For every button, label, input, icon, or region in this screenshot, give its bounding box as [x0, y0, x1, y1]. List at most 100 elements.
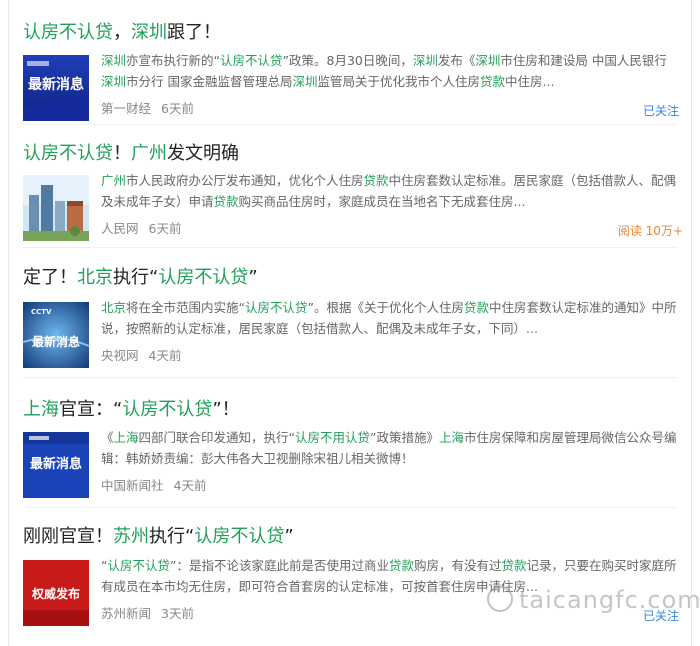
highlighted-keyword: 认房不认贷	[245, 300, 308, 315]
watermark-logo-icon	[487, 586, 513, 612]
highlighted-keyword: 认房不认贷	[107, 558, 170, 573]
highlighted-keyword: 深圳	[475, 53, 501, 68]
divider	[23, 124, 677, 125]
text-segment: 亦宣布执行新的“	[126, 53, 220, 68]
divider	[23, 247, 677, 248]
text-segment: ”。根据《关于优化个人住房	[307, 300, 464, 315]
text-segment: 刚刚官宣！	[23, 526, 113, 547]
highlighted-keyword: 苏州	[113, 526, 149, 547]
highlighted-keyword: 贷款	[480, 74, 506, 89]
thumb-label: 权威发布	[31, 586, 80, 601]
highlighted-keyword: 认房不认贷	[194, 526, 285, 547]
highlighted-keyword: 广州	[131, 143, 167, 164]
news-source[interactable]: 中国新闻社	[101, 478, 164, 493]
news-source[interactable]: 央视网	[101, 348, 139, 363]
highlighted-keyword: 上海	[23, 399, 59, 420]
thumbnail-image[interactable]: 最新消息	[23, 432, 89, 498]
text-segment: 市住房和建设局 中国人民银行	[500, 53, 667, 68]
divider	[23, 377, 677, 378]
highlighted-keyword: 贷款	[213, 194, 239, 209]
highlighted-keyword: 贷款	[501, 558, 527, 573]
news-title[interactable]: 定了！北京执行“认房不认贷”	[23, 265, 258, 291]
thumbnail-image[interactable]: 最新消息	[23, 55, 89, 121]
news-snippet: 广州市人民政府办公厅发布通知，优化个人住房贷款中住房套数认定标准。居民家庭（包括…	[101, 170, 679, 212]
follow-status[interactable]: 已关注	[643, 102, 679, 119]
text-segment: 定了！	[23, 267, 77, 288]
text-segment: 发布《	[437, 53, 476, 68]
text-segment: 购买商品住房时，家庭成员在当地名下无成套住房...	[238, 194, 526, 209]
highlighted-keyword: 深圳	[292, 74, 318, 89]
highlighted-keyword: 贷款	[388, 558, 414, 573]
text-segment: 市分行 国家金融监督管理总局	[126, 74, 293, 89]
thumb-label: 最新消息	[28, 76, 84, 93]
highlighted-keyword: 认房不用认贷	[295, 430, 371, 445]
news-title[interactable]: 认房不认贷，深圳跟了！	[23, 20, 221, 46]
thumbnail-image[interactable]: CCTV 最新消息	[23, 302, 89, 368]
news-time: 4天前	[148, 348, 182, 363]
highlighted-keyword: 深圳	[412, 53, 438, 68]
text-segment: ”	[284, 526, 294, 547]
news-feed: 认房不认贷，深圳跟了！ 最新消息 深圳亦宣布执行新的“认房不认贷”政策。8月30…	[8, 0, 700, 646]
cctv-logo: CCTV	[31, 308, 52, 316]
text-segment: ”政策。8月30日晚间，	[282, 53, 413, 68]
text-segment: ！	[113, 143, 131, 164]
watermark: taicangfc.com	[487, 586, 700, 614]
highlighted-keyword: 深圳	[101, 74, 127, 89]
news-snippet: 《上海四部门联合印发通知，执行“认房不用认贷”政策措施》上海市住房保障和房屋管理…	[101, 427, 679, 469]
divider	[23, 507, 677, 508]
news-snippet: 北京将在全市范围内实施“认房不认贷”。根据《关于优化个人住房贷款中住房套数认定标…	[101, 297, 679, 339]
text-segment: ”：是指不论该家庭此前是否使用过商业	[170, 558, 389, 573]
text-segment: 将在全市范围内实施“	[126, 300, 245, 315]
highlighted-keyword: 认房不认贷	[23, 22, 113, 43]
news-time: 6天前	[161, 101, 194, 116]
highlighted-keyword: 北京	[101, 300, 127, 315]
highlighted-keyword: 认房不认贷	[122, 399, 213, 420]
highlighted-keyword: 认房不认贷	[220, 53, 283, 68]
thumb-label: 最新消息	[30, 456, 82, 472]
news-source[interactable]: 人民网	[101, 221, 139, 236]
news-source[interactable]: 第一财经	[101, 101, 151, 116]
news-title[interactable]: 认房不认贷！广州发文明确	[23, 141, 239, 167]
news-title[interactable]: 刚刚官宣！苏州执行“认房不认贷”	[23, 524, 294, 550]
news-meta: 央视网 4天前	[101, 348, 181, 364]
highlighted-keyword: 认房不认贷	[23, 143, 113, 164]
read-count: 阅读 10万+	[617, 224, 683, 238]
highlighted-keyword: 贷款	[464, 300, 490, 315]
thumbnail-image[interactable]	[23, 175, 89, 241]
thumbnail-image[interactable]: 权威发布	[23, 560, 89, 626]
watermark-text: taicangfc.com	[519, 586, 700, 614]
highlighted-keyword: 深圳	[131, 22, 167, 43]
text-segment: 市人民政府办公厅发布通知，优化个人住房	[126, 173, 364, 188]
news-snippet: 深圳亦宣布执行新的“认房不认贷”政策。8月30日晚间，深圳发布《深圳市住房和建设…	[101, 50, 679, 92]
news-time: 4天前	[173, 478, 207, 493]
text-segment: ”政策措施》	[370, 430, 440, 445]
text-segment: 《	[101, 430, 114, 445]
highlighted-keyword: 上海	[439, 430, 465, 445]
highlighted-keyword: 深圳	[101, 53, 127, 68]
text-segment: 监管局关于优化我市个人住房	[317, 74, 481, 89]
highlighted-keyword: 上海	[113, 430, 139, 445]
news-meta: 人民网 6天前	[101, 221, 181, 237]
news-time: 6天前	[148, 221, 182, 236]
highlighted-keyword: 贷款	[363, 173, 389, 188]
text-segment: 发文明确	[167, 143, 239, 164]
text-segment: 中住房...	[505, 74, 555, 89]
highlighted-keyword: 认房不认贷	[158, 267, 249, 288]
news-time: 3天前	[161, 606, 194, 621]
text-segment: ”！	[212, 399, 240, 420]
text-segment: 执行“	[113, 267, 159, 288]
news-meta: 中国新闻社 4天前	[101, 478, 206, 494]
highlighted-keyword: 广州	[101, 173, 127, 188]
text-segment: 执行“	[149, 526, 195, 547]
text-segment: 四部门联合印发通知，执行“	[138, 430, 296, 445]
text-segment: ，	[113, 22, 131, 43]
highlighted-keyword: 北京	[77, 267, 113, 288]
text-segment: 购房，有没有过	[414, 558, 502, 573]
text-segment: 官宣：“	[59, 399, 123, 420]
news-title[interactable]: 上海官宣：“认房不认贷”！	[23, 397, 240, 423]
news-meta: 第一财经 6天前	[101, 101, 194, 117]
news-source[interactable]: 苏州新闻	[101, 606, 151, 621]
news-meta: 苏州新闻 3天前	[101, 606, 194, 622]
thumb-label: 最新消息	[32, 334, 80, 349]
text-segment: 跟了！	[167, 22, 221, 43]
